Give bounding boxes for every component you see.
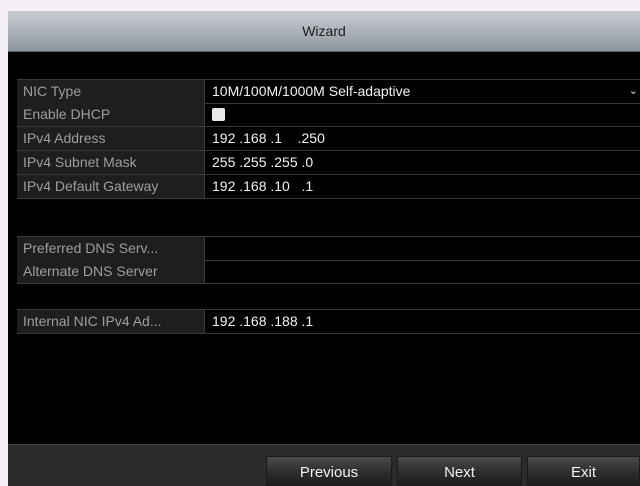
chevron-down-icon[interactable]: ⌄ [629,80,638,103]
next-button[interactable]: Next [397,456,522,486]
wizard-window: Wizard NIC Type 10M/100M/1000M Self-adap… [8,11,640,486]
button-bar: Previous Next Exit [8,444,640,486]
enable-dhcp-label: Enable DHCP [17,103,205,126]
internal-nic-label: Internal NIC IPv4 Ad... [17,310,205,333]
ipv4-address-row: IPv4 Address 192 .168 .1 .250 [17,127,640,151]
preferred-dns-label: Preferred DNS Serv... [17,237,205,260]
preferred-dns-row: Preferred DNS Serv... [17,236,640,261]
title-bar: Wizard [8,11,640,52]
preferred-dns-field[interactable] [212,237,640,260]
nic-type-row[interactable]: NIC Type 10M/100M/1000M Self-adaptive ⌄ [17,79,640,104]
subnet-mask-row: IPv4 Subnet Mask 255 .255 .255 .0 [17,151,640,175]
gateway-label: IPv4 Default Gateway [17,175,205,198]
exit-button[interactable]: Exit [527,456,640,486]
gateway-row: IPv4 Default Gateway 192 .168 .10 .1 [17,175,640,199]
enable-dhcp-checkbox[interactable] [212,108,225,121]
ipv4-address-field[interactable]: 192 .168 .1 .250 [212,127,640,150]
subnet-mask-field[interactable]: 255 .255 .255 .0 [212,151,640,174]
gateway-field[interactable]: 192 .168 .10 .1 [212,175,640,198]
internal-nic-row: Internal NIC IPv4 Ad... 192 .168 .188 .1 [17,309,640,334]
subnet-mask-label: IPv4 Subnet Mask [17,151,205,174]
alternate-dns-row: Alternate DNS Server [17,260,640,284]
enable-dhcp-row: Enable DHCP [17,103,640,127]
ipv4-address-label: IPv4 Address [17,127,205,150]
alternate-dns-field[interactable] [212,260,640,283]
internal-nic-field[interactable]: 192 .168 .188 .1 [212,310,640,333]
nic-type-label: NIC Type [17,80,205,103]
nic-type-select[interactable]: 10M/100M/1000M Self-adaptive [212,80,640,103]
previous-button[interactable]: Previous [266,456,392,486]
window-title: Wizard [302,23,346,39]
alternate-dns-label: Alternate DNS Server [17,260,205,283]
